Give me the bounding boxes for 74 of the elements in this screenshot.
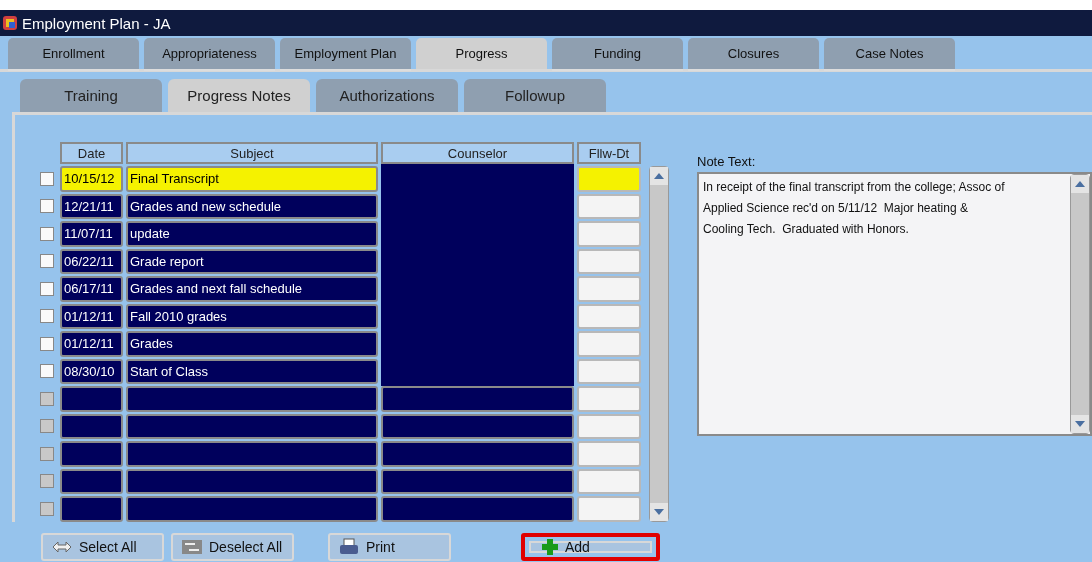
table-cell: Final Transcript [126, 166, 378, 192]
column-header: Fllw-Dt [577, 142, 641, 164]
table-cell: 10/15/12 [60, 166, 123, 192]
tab[interactable]: Enrollment [8, 38, 139, 71]
toolbar-button[interactable]: Add [521, 532, 660, 561]
row-checkbox[interactable] [39, 364, 54, 379]
scroll-down-icon[interactable] [1075, 421, 1085, 427]
tab[interactable]: Authorizations [316, 79, 458, 112]
row-checkbox[interactable] [39, 281, 54, 296]
scroll-up-icon[interactable] [1075, 181, 1085, 187]
table-cell [577, 413, 641, 439]
printer-icon [338, 537, 360, 556]
column-header: Subject [126, 142, 378, 164]
table-cell [577, 496, 641, 522]
table-cell [577, 386, 641, 412]
table-cell: Grades [126, 331, 378, 357]
tab[interactable]: Closures [688, 38, 819, 71]
bars-icon [181, 537, 203, 556]
table-cell: Start of Class [126, 358, 378, 384]
table-cell [60, 413, 123, 439]
window-title: Employment Plan - JA [22, 14, 171, 32]
table-cell [577, 468, 641, 494]
row-checkbox[interactable] [39, 336, 54, 351]
table-cell: 06/17/11 [60, 276, 123, 302]
row-checkbox[interactable] [39, 199, 54, 214]
table-cell: 12/21/11 [60, 193, 123, 219]
column-header: Counselor [381, 142, 574, 164]
table-cell: 01/12/11 [60, 331, 123, 357]
table-cell: 01/12/11 [60, 303, 123, 329]
tab[interactable]: Funding [552, 38, 683, 71]
toolbar-button[interactable]: Print [328, 532, 451, 561]
column-header: Date [60, 142, 123, 164]
table-cell [577, 441, 641, 467]
table-cell: Grade report [126, 248, 378, 274]
row-checkbox[interactable] [39, 254, 54, 269]
table-cell [577, 166, 641, 192]
table-cell [577, 331, 641, 357]
tab[interactable]: Progress Notes [168, 79, 310, 112]
table-cell: 06/22/11 [60, 248, 123, 274]
row-checkbox[interactable] [39, 171, 54, 186]
table-cell: Grades and next fall schedule [126, 276, 378, 302]
note-label: Note Text: [697, 154, 757, 169]
tab[interactable]: Case Notes [824, 38, 955, 71]
table-cell [60, 386, 123, 412]
toolbar-button[interactable]: Deselect All [171, 532, 294, 561]
table-cell: 11/07/11 [60, 221, 123, 247]
scroll-down-icon[interactable] [654, 508, 664, 515]
note-text-field[interactable]: In receipt of the final transcript from the college; Assoc of Applied Science rec'd on 5/11/12 Major heating & Cooling Tech. Graduated with Honors. [697, 172, 1092, 436]
table-cell [577, 193, 641, 219]
scroll-up-icon[interactable] [654, 173, 664, 179]
plus-icon [541, 537, 559, 556]
table-cell [577, 358, 641, 384]
table-cell: Grades and new schedule [126, 193, 378, 219]
tab[interactable]: Followup [464, 79, 606, 112]
table-cell: 08/30/10 [60, 358, 123, 384]
tab[interactable]: Employment Plan [280, 38, 411, 71]
table-cell: update [126, 221, 378, 247]
tab[interactable]: Training [20, 79, 162, 112]
table-cell [577, 221, 641, 247]
tab[interactable]: Progress [416, 38, 547, 69]
table-cell: Fall 2010 grades [126, 303, 378, 329]
toolbar-button[interactable]: Select All [41, 532, 164, 561]
table-cell [577, 276, 641, 302]
scrollbar[interactable] [1070, 174, 1090, 434]
table-cell [60, 441, 123, 467]
table-cell [577, 248, 641, 274]
row-checkbox[interactable] [39, 309, 54, 324]
row-checkbox[interactable] [39, 226, 54, 241]
app-icon [2, 15, 18, 31]
table-cell [577, 303, 641, 329]
table-cell [60, 468, 123, 494]
scrollbar[interactable] [649, 166, 669, 522]
table-cell [60, 496, 123, 522]
tab[interactable]: Appropriateness [144, 38, 275, 71]
